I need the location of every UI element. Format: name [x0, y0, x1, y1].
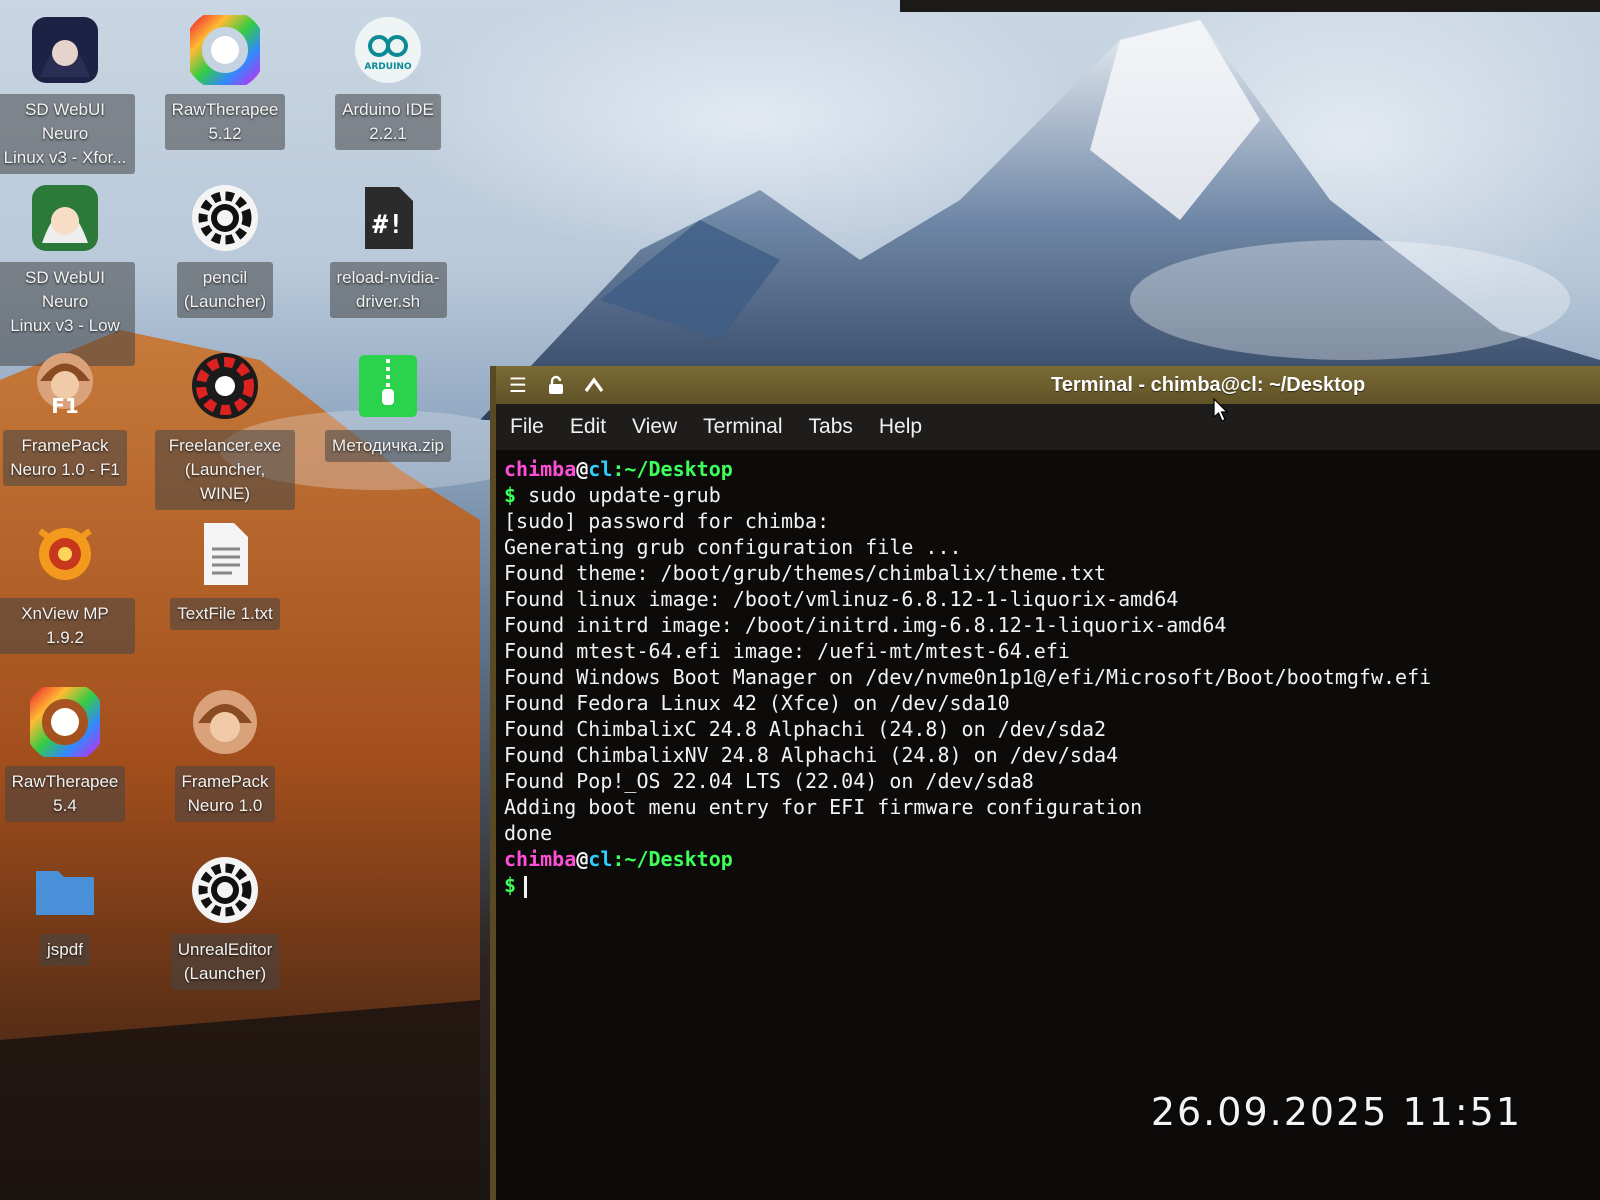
output-line: Found initrd image: /boot/initrd.img-6.8…	[504, 613, 1227, 637]
prompt-path: :~/Desktop	[612, 847, 733, 871]
chevron-up-icon	[584, 377, 604, 392]
framepack-f1-icon: F1	[29, 350, 101, 422]
text-file-icon	[189, 518, 261, 590]
command-text: sudo update-grub	[516, 483, 721, 507]
prompt-symbol: $	[504, 483, 517, 507]
terminal-titlebar[interactable]: ☰ Terminal - chimba@cl: ~/Desktop	[496, 366, 1600, 404]
gear-icon	[189, 182, 261, 254]
output-line: Found Pop!_OS 22.04 LTS (22.04) on /dev/…	[504, 769, 1034, 793]
rawtherapee-icon	[189, 14, 261, 86]
desktop-icon-label: SD WebUI Neuro Linux v3 - Xfor...	[0, 94, 135, 174]
prompt-at: @	[576, 847, 589, 871]
desktop-icon-label: pencil (Launcher)	[176, 262, 274, 318]
desktop-icon[interactable]: Методичка.zip	[318, 350, 458, 462]
output-line: Generating grub configuration file ...	[504, 535, 962, 559]
desktop-icon-label: FramePack Neuro 1.0	[174, 766, 276, 822]
anime-girl-dark-icon	[29, 14, 101, 86]
desktop-icon-label: XnView MP 1.9.2	[0, 598, 135, 654]
command-output: [sudo] password for chimba: Generating gr…	[504, 508, 1600, 846]
terminal-menubar: File Edit View Terminal Tabs Help	[496, 404, 1600, 450]
desktop-icon[interactable]: XnView MP 1.9.2	[0, 518, 135, 654]
command-line: $ sudo update-grub	[504, 482, 1600, 508]
freelancer-icon	[189, 350, 261, 422]
desktop-icon[interactable]: pencil (Launcher)	[155, 182, 295, 318]
svg-text:ARDUINO: ARDUINO	[364, 62, 412, 72]
photo-timestamp: 26.09.2025 11:51	[1150, 1090, 1522, 1134]
menu-edit[interactable]: Edit	[570, 415, 606, 439]
desktop-icon-label: Методичка.zip	[325, 430, 451, 462]
desktop-icon-label: RawTherapee 5.4	[4, 766, 126, 822]
desktop-icon[interactable]: SD WebUI Neuro Linux v3 - Xfor...	[0, 14, 135, 174]
menu-help[interactable]: Help	[879, 415, 922, 439]
menu-tabs[interactable]: Tabs	[809, 415, 853, 439]
prompt-symbol: $	[504, 873, 517, 897]
menu-file[interactable]: File	[510, 415, 544, 439]
desktop-icon[interactable]: F1 FramePack Neuro 1.0 - F1	[0, 350, 135, 486]
output-line: Found mtest-64.efi image: /uefi-mt/mtest…	[504, 639, 1070, 663]
mouse-pointer-icon	[1213, 398, 1229, 422]
desktop-icon-label: Freelancer.exe (Launcher, WINE)	[155, 430, 295, 510]
desktop-icon-label: TextFile 1.txt	[170, 598, 280, 630]
output-line: Found ChimbalixC 24.8 Alphachi (24.8) on…	[504, 717, 1107, 741]
desktop-icon-label: UnrealEditor (Launcher)	[170, 934, 280, 990]
prompt-line: chimba@cl:~/Desktop	[504, 846, 1600, 872]
xnview-icon	[29, 518, 101, 590]
hamburger-icon: ☰	[509, 373, 527, 397]
desktop-icon[interactable]: TextFile 1.txt	[155, 518, 295, 630]
folder-icon	[29, 854, 101, 926]
desktop-icon[interactable]: #! reload-nvidia- driver.sh	[318, 182, 458, 318]
prompt-user: chimba	[504, 847, 577, 871]
desktop-icon-label: FramePack Neuro 1.0 - F1	[3, 430, 127, 486]
rawtherapee-icon	[29, 686, 101, 758]
output-line: Found Windows Boot Manager on /dev/nvme0…	[504, 665, 1432, 689]
desktop-icon[interactable]: SD WebUI Neuro Linux v3 - Low ...	[0, 182, 135, 366]
prompt-host: cl	[588, 847, 613, 871]
output-line: [sudo] password for chimba:	[504, 509, 830, 533]
desktop-icon-label: jspdf	[40, 934, 90, 966]
svg-text:F1: F1	[51, 394, 79, 418]
prompt-at: @	[576, 457, 589, 481]
window-menu-button[interactable]: ☰	[502, 369, 534, 401]
output-line: Found linux image: /boot/vmlinuz-6.8.12-…	[504, 587, 1179, 611]
desktop-icon[interactable]: Freelancer.exe (Launcher, WINE)	[155, 350, 295, 510]
script-icon: #!	[352, 182, 424, 254]
desktop-icon[interactable]: UnrealEditor (Launcher)	[155, 854, 295, 990]
output-line: Adding boot menu entry for EFI firmware …	[504, 795, 1143, 819]
window-title: Terminal - chimba@cl: ~/Desktop	[1051, 374, 1366, 396]
desktop-icon[interactable]: RawTherapee 5.4	[0, 686, 135, 822]
menu-terminal[interactable]: Terminal	[703, 415, 782, 439]
output-line: Found ChimbalixNV 24.8 Alphachi (24.8) o…	[504, 743, 1119, 767]
menu-view[interactable]: View	[632, 415, 677, 439]
output-line: Found theme: /boot/grub/themes/chimbalix…	[504, 561, 1107, 585]
prompt-user: chimba	[504, 457, 577, 481]
desktop-icon[interactable]: jspdf	[0, 854, 135, 966]
zip-archive-icon	[352, 350, 424, 422]
anime-girl-white-icon	[29, 182, 101, 254]
gear-icon	[189, 854, 261, 926]
terminal-window[interactable]: ☰ Terminal - chimba@cl: ~/Desktop File E…	[490, 366, 1600, 1200]
prompt-path: :~/Desktop	[612, 457, 733, 481]
desktop-icon[interactable]: ARDUINO Arduino IDE 2.2.1	[318, 14, 458, 150]
pin-window-button[interactable]	[540, 369, 572, 401]
desktop-icon-label: reload-nvidia- driver.sh	[329, 262, 447, 318]
svg-text:#!: #!	[372, 210, 403, 240]
prompt-line: chimba@cl:~/Desktop	[504, 456, 1600, 482]
lock-icon	[549, 375, 563, 394]
output-line: done	[504, 821, 553, 845]
terminal-output[interactable]: chimba@cl:~/Desktop $ sudo update-grub [su…	[496, 450, 1600, 898]
top-panel	[900, 0, 1600, 12]
input-line[interactable]: $	[504, 872, 1600, 898]
desktop-icon[interactable]: RawTherapee 5.12	[155, 14, 295, 150]
output-line: Found Fedora Linux 42 (Xfce) on /dev/sda…	[504, 691, 1010, 715]
desktop-icon[interactable]: FramePack Neuro 1.0	[155, 686, 295, 822]
desktop-icon-label: RawTherapee 5.12	[164, 94, 286, 150]
arduino-icon: ARDUINO	[352, 14, 424, 86]
framepack-icon	[189, 686, 261, 758]
desktop-icon-label: Arduino IDE 2.2.1	[335, 94, 441, 150]
prompt-host: cl	[588, 457, 613, 481]
shade-window-button[interactable]	[578, 369, 610, 401]
text-cursor	[524, 875, 528, 898]
